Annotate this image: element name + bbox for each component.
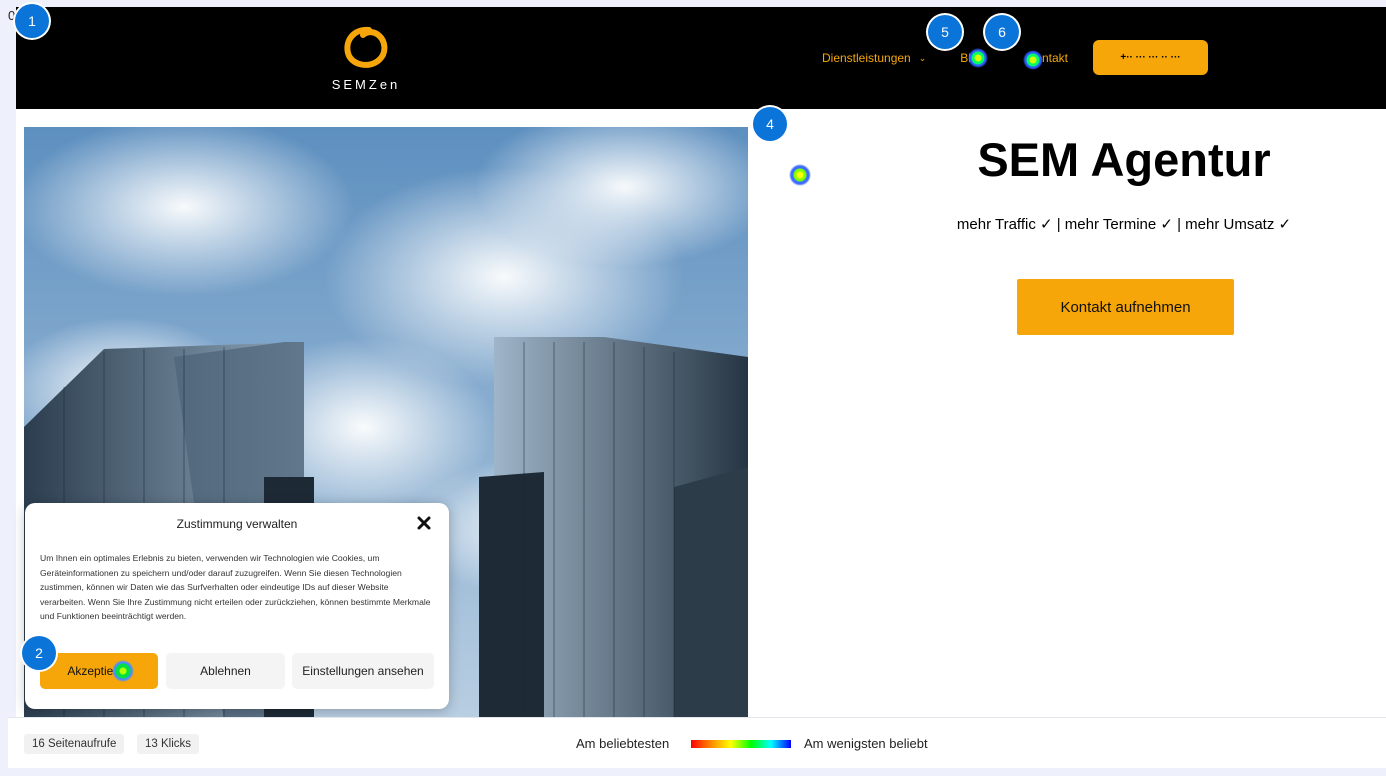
nav-contact[interactable]: Kontakt xyxy=(1027,51,1068,65)
main-nav: Dienstleistungen ⌄ Blog Kontakt xyxy=(822,51,1068,65)
marker-6: 6 xyxy=(985,15,1019,49)
marker-1: 1 xyxy=(15,4,49,38)
site-logo[interactable]: SEMZen xyxy=(326,25,406,92)
site-header: SEMZen Dienstleistungen ⌄ Blog Kontakt +… xyxy=(16,7,1386,109)
cookie-title: Zustimmung verwalten xyxy=(176,517,298,531)
marker-2: 2 xyxy=(22,636,56,670)
accept-button[interactable]: Akzeptieren xyxy=(40,653,158,689)
chevron-down-icon: ⌄ xyxy=(918,52,927,63)
contact-cta-button[interactable]: Kontakt aufnehmen xyxy=(1017,279,1234,335)
heatmap-legend-gradient xyxy=(691,740,791,748)
nav-services-label: Dienstleistungen xyxy=(822,51,911,65)
hero-title: SEM Agentur xyxy=(977,133,1271,186)
hero-subtitle: mehr Traffic ✓ | mehr Termine ✓ | mehr U… xyxy=(956,216,1292,233)
page-views-count: 16 Seitenaufrufe xyxy=(24,734,125,754)
enso-logo-icon xyxy=(344,26,388,68)
cookie-text: Um Ihnen ein optimales Erlebnis zu biete… xyxy=(40,553,431,621)
nav-services[interactable]: Dienstleistungen ⌄ xyxy=(822,51,926,65)
phone-button[interactable]: +·· ··· ··· ·· ··· xyxy=(1093,40,1208,75)
clicks-count: 13 Klicks xyxy=(137,734,200,754)
settings-button[interactable]: Einstellungen ansehen xyxy=(292,653,434,689)
heatmap-stats-bar: 16 Seitenaufrufe 13 Klicks Am beliebtest… xyxy=(8,717,1386,768)
marker-5: 5 xyxy=(928,15,962,49)
logo-text: SEMZen xyxy=(331,77,401,92)
nav-blog[interactable]: Blog xyxy=(960,51,984,65)
legend-least-popular: Am wenigsten beliebt xyxy=(804,736,928,751)
legend-most-popular: Am beliebtesten xyxy=(576,736,670,751)
close-icon[interactable] xyxy=(416,515,432,531)
cookie-consent-dialog: Zustimmung verwalten Um Ihnen ein optima… xyxy=(25,503,449,709)
decline-button[interactable]: Ablehnen xyxy=(166,653,285,689)
marker-4: 4 xyxy=(753,107,787,141)
